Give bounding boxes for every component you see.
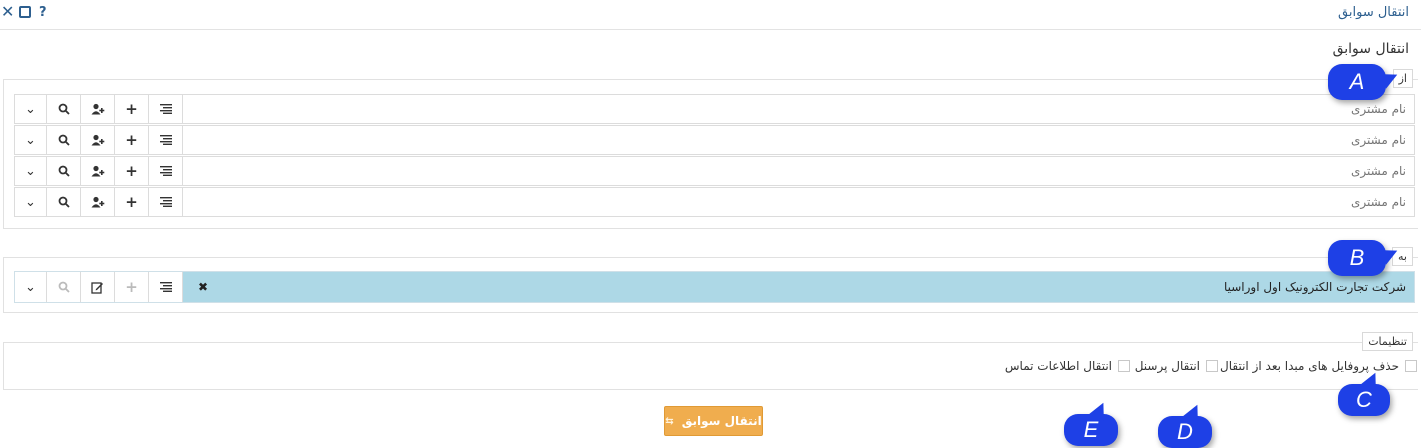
window-titlebar: ✕ ? انتقال سوابق: [0, 0, 1421, 30]
edit-icon[interactable]: [81, 272, 115, 302]
callout-a: A: [1328, 64, 1401, 100]
checkbox[interactable]: [1206, 360, 1218, 372]
option-label: انتقال پرسنل: [1134, 359, 1200, 373]
checkbox[interactable]: [1405, 360, 1417, 372]
checkbox[interactable]: [1118, 360, 1130, 372]
plus-icon[interactable]: +: [115, 126, 149, 154]
chevron-down-icon[interactable]: ⌄: [15, 95, 47, 123]
option-label: انتقال اطلاعات تماس: [1004, 359, 1112, 373]
plus-icon[interactable]: +: [115, 188, 149, 216]
close-icon[interactable]: ✕: [1, 3, 14, 21]
from-customer-row: ⌄ +: [14, 94, 1415, 124]
customer-name-input[interactable]: [183, 188, 1414, 216]
list-icon[interactable]: [149, 188, 183, 216]
search-icon[interactable]: [47, 188, 81, 216]
from-customer-row: ⌄ +: [14, 187, 1415, 217]
from-customer-row: ⌄ +: [14, 125, 1415, 155]
maximize-icon[interactable]: [19, 6, 31, 18]
list-icon[interactable]: [149, 126, 183, 154]
target-customer-input[interactable]: [223, 272, 1414, 302]
add-user-icon[interactable]: [81, 157, 115, 185]
chevron-down-icon[interactable]: ⌄: [15, 157, 47, 185]
plus-icon[interactable]: +: [115, 272, 149, 302]
callout-c: C: [1338, 369, 1390, 416]
page-title: انتقال سوابق: [1332, 41, 1409, 57]
transfer-icon: ⇆: [665, 415, 674, 427]
list-icon[interactable]: [149, 157, 183, 185]
customer-name-input[interactable]: [183, 126, 1414, 154]
add-user-icon[interactable]: [81, 188, 115, 216]
plus-icon[interactable]: +: [115, 95, 149, 123]
add-user-icon[interactable]: [81, 95, 115, 123]
search-icon[interactable]: [47, 272, 81, 302]
plus-icon[interactable]: +: [115, 157, 149, 185]
add-user-icon[interactable]: [81, 126, 115, 154]
transfer-records-button[interactable]: انتقال سوابق ⇆: [664, 406, 763, 436]
list-icon[interactable]: [149, 95, 183, 123]
clear-selection-icon[interactable]: ✖: [183, 272, 223, 302]
list-icon[interactable]: [149, 272, 183, 302]
window-title: انتقال سوابق: [1338, 5, 1409, 20]
option-delete-source-profiles[interactable]: حذف پروفایل های مبدا بعد از انتقال: [1220, 359, 1417, 373]
submit-label: انتقال سوابق: [681, 414, 762, 428]
option-transfer-contact-info[interactable]: انتقال اطلاعات تماس: [1005, 359, 1130, 373]
search-icon[interactable]: [47, 126, 81, 154]
option-transfer-personnel[interactable]: انتقال پرسنل: [1135, 359, 1218, 373]
callout-e: E: [1064, 399, 1118, 446]
chevron-down-icon[interactable]: ⌄: [15, 126, 47, 154]
chevron-down-icon[interactable]: ⌄: [15, 188, 47, 216]
customer-name-input[interactable]: [183, 157, 1414, 185]
from-customer-row: ⌄ +: [14, 156, 1415, 186]
settings-legend: تنظیمات: [1362, 332, 1413, 351]
search-icon[interactable]: [47, 157, 81, 185]
to-customer-row: ⌄ + ✖: [14, 271, 1415, 303]
callout-d: D: [1158, 401, 1212, 448]
callout-b: B: [1328, 240, 1401, 276]
chevron-down-icon[interactable]: ⌄: [15, 272, 47, 302]
search-icon[interactable]: [47, 95, 81, 123]
customer-name-input[interactable]: [183, 95, 1414, 123]
help-icon[interactable]: ?: [39, 4, 47, 22]
